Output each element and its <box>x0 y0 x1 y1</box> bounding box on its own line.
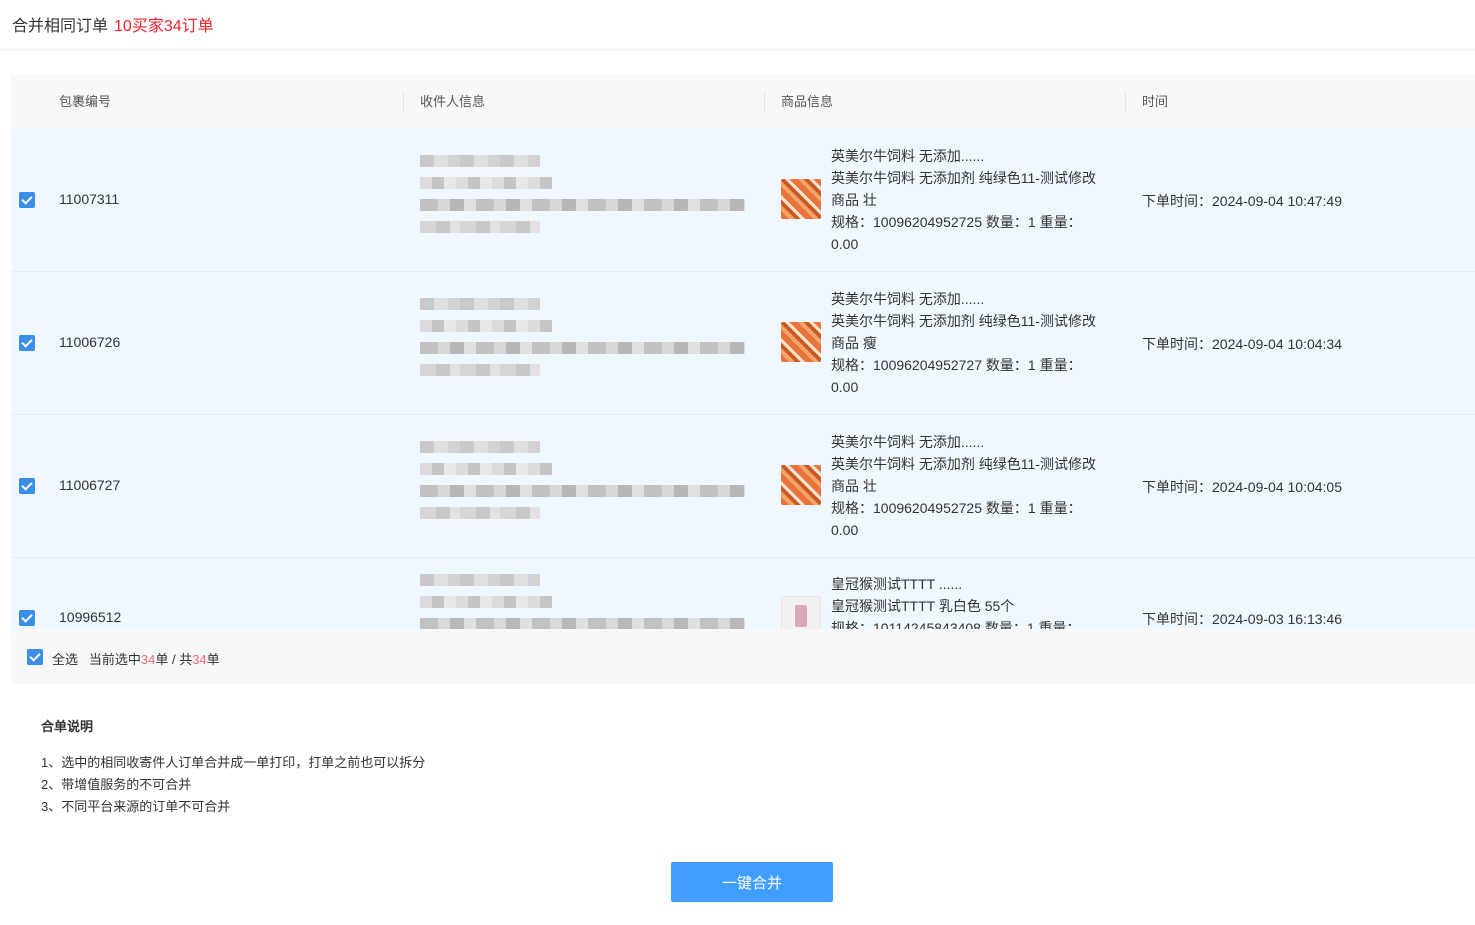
col-time: 时间 <box>1142 94 1169 109</box>
order-time: 下单时间：2024-09-04 10:04:34 <box>1142 336 1342 352</box>
recipient-info-blurred <box>420 441 745 529</box>
note-item: 1、选中的相同收寄件人订单合并成一单打印，打单之前也可以拆分 <box>41 755 426 770</box>
product-thumbnail <box>781 465 821 505</box>
col-recipient: 收件人信息 <box>420 94 486 109</box>
row-checkbox[interactable] <box>19 478 35 494</box>
col-product: 商品信息 <box>781 94 834 109</box>
table-row: 11006726 英美尔牛饲料 无添加...... 英美尔牛饲料 无添加剂 纯绿… <box>11 272 1475 415</box>
product-info: 英美尔牛饲料 无添加...... 英美尔牛饲料 无添加剂 纯绿色11-测试修改 … <box>831 434 1096 538</box>
product-info: 英美尔牛饲料 无添加...... 英美尔牛饲料 无添加剂 纯绿色11-测试修改 … <box>831 148 1096 252</box>
orders-table: 包裹编号 收件人信息 商品信息 时间 11007311 英美尔牛饲料 无添加..… <box>11 75 1475 629</box>
col-separator <box>1125 91 1126 113</box>
row-checkbox[interactable] <box>19 335 35 351</box>
notes-title: 合单说明 <box>41 719 94 734</box>
select-all-label[interactable]: 全选 <box>52 652 78 667</box>
page-title: 合并相同订单 <box>12 18 109 35</box>
table-body[interactable]: 11007311 英美尔牛饲料 无添加...... 英美尔牛饲料 无添加剂 纯绿… <box>11 129 1475 629</box>
order-time: 下单时间：2024-09-03 16:13:46 <box>1142 611 1342 627</box>
col-separator <box>764 91 765 113</box>
table-row: 11006727 英美尔牛饲料 无添加...... 英美尔牛饲料 无添加剂 纯绿… <box>11 415 1475 558</box>
selected-count: 34 <box>140 652 156 667</box>
product-thumbnail <box>781 179 821 219</box>
table-row: 11007311 英美尔牛饲料 无添加...... 英美尔牛饲料 无添加剂 纯绿… <box>11 129 1475 272</box>
total-count: 34 <box>192 652 207 667</box>
note-item: 3、不同平台来源的订单不可合并 <box>41 799 231 814</box>
merge-all-button[interactable]: 一键合并 <box>671 862 833 902</box>
order-time: 下单时间：2024-09-04 10:47:49 <box>1142 193 1342 209</box>
package-id: 11006726 <box>59 334 121 350</box>
selection-footer: 全选 当前选中34单 / 共34单 <box>11 629 1475 684</box>
product-thumbnail <box>781 322 821 362</box>
package-id: 10996512 <box>59 609 122 625</box>
selection-summary: 全选 当前选中34单 / 共34单 <box>52 652 220 667</box>
order-time: 下单时间：2024-09-04 10:04:05 <box>1142 479 1342 495</box>
note-item: 2、带增值服务的不可合并 <box>41 777 192 792</box>
table-header: 包裹编号 收件人信息 商品信息 时间 <box>11 75 1475 129</box>
merge-notes: 合单说明 1、选中的相同收寄件人订单合并成一单打印，打单之前也可以拆分 2、带增… <box>41 716 425 818</box>
row-checkbox[interactable] <box>19 610 35 626</box>
row-checkbox[interactable] <box>19 192 35 208</box>
package-id: 11006727 <box>59 477 121 493</box>
recipient-info-blurred <box>420 298 745 386</box>
product-info: 英美尔牛饲料 无添加...... 英美尔牛饲料 无添加剂 纯绿色11-测试修改 … <box>831 291 1096 395</box>
product-thumbnail <box>781 596 821 629</box>
package-id: 11007311 <box>59 191 120 207</box>
col-package-id: 包裹编号 <box>59 94 112 109</box>
table-row: 10996512 皇冠猴测试TTTT ...... 皇冠猴测试TTTT 乳白色 … <box>11 558 1475 629</box>
recipient-info-blurred <box>420 574 745 629</box>
order-count: 10买家34订单 <box>114 18 214 35</box>
recipient-info-blurred <box>420 155 745 243</box>
product-info: 皇冠猴测试TTTT ...... 皇冠猴测试TTTT 乳白色 55个 规格：10… <box>831 576 1081 629</box>
page-header: 合并相同订单 10买家34订单 <box>0 0 1475 50</box>
col-separator <box>403 91 404 113</box>
select-all-checkbox[interactable] <box>27 649 43 665</box>
